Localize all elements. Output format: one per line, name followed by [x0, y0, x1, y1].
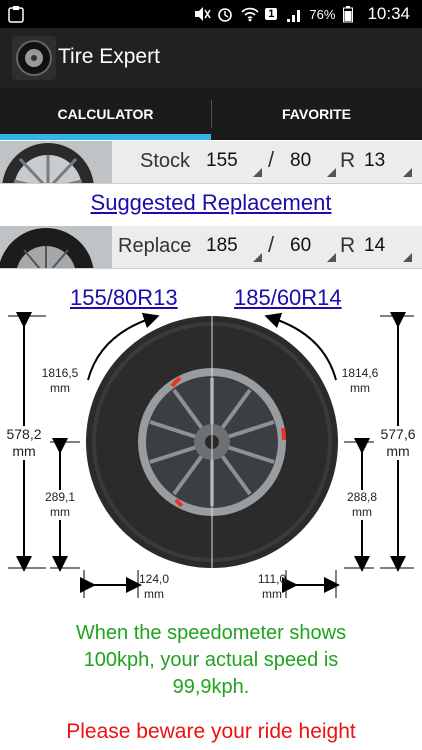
replace-size-row: Replace 185 / 60 R 14	[0, 226, 422, 269]
dropdown-arrow-icon	[403, 168, 412, 177]
warning-text: Please beware your ride height	[0, 718, 422, 745]
battery-icon	[343, 6, 359, 23]
tab-favorite[interactable]: FAVORITE	[211, 88, 422, 140]
speed-line-2: 100kph, your actual speed is	[83, 649, 339, 671]
height-right: 577,6 mm	[378, 426, 418, 460]
battery-percent: 76%	[309, 6, 336, 22]
tire-comparison-diagram	[8, 312, 414, 598]
stock-width-spinner[interactable]: 155	[200, 145, 262, 179]
clock: 10:34	[367, 4, 410, 23]
dropdown-arrow-icon	[327, 253, 336, 262]
replace-label: Replace	[118, 235, 192, 257]
alarm-icon	[217, 6, 233, 22]
speed-result-text: When the speedometer shows 100kph, your …	[0, 620, 422, 701]
status-bar: 1 76% 10:34	[0, 0, 422, 28]
width-right-value: 111,0	[257, 572, 287, 586]
sim-icon: 1	[265, 8, 278, 20]
height-left-value: 578,2	[6, 426, 42, 442]
tab-calculator[interactable]: CALCULATOR	[0, 88, 211, 140]
replace-rim-value: 14	[364, 235, 386, 256]
dropdown-arrow-icon	[253, 168, 262, 177]
stock-rim-spinner[interactable]: 13	[358, 145, 412, 179]
unit-label: mm	[262, 587, 282, 601]
unit-label: mm	[144, 587, 164, 601]
stock-ratio-spinner[interactable]: 80	[284, 145, 336, 179]
tab-calculator-label: CALCULATOR	[57, 106, 154, 122]
app-bar: Tire Expert	[0, 28, 422, 88]
dropdown-arrow-icon	[327, 168, 336, 177]
circumference-left-value: 1816,5	[41, 366, 79, 380]
stock-ratio-value: 80	[290, 150, 312, 171]
stock-size-row: Stock 155 / 80 R 13	[0, 141, 422, 184]
replace-rim-spinner[interactable]: 14	[358, 230, 412, 264]
replace-ratio-spinner[interactable]: 60	[284, 230, 336, 264]
rim-label: R	[340, 149, 356, 172]
stock-rim-value: 13	[364, 150, 386, 171]
width-left-value: 124,0	[138, 572, 170, 586]
warning-line-1: Please beware your ride height	[66, 720, 356, 743]
signal-icon	[285, 6, 301, 22]
height-left: 578,2 mm	[4, 426, 44, 460]
unit-label: mm	[50, 505, 70, 519]
separator-slash: /	[268, 232, 275, 257]
stock-width-value: 155	[206, 150, 238, 171]
replace-width-value: 185	[206, 235, 238, 256]
mute-icon	[193, 6, 211, 22]
separator-slash: /	[268, 147, 275, 172]
unit-label: mm	[386, 443, 410, 459]
circumference-right-value: 1814,6	[341, 366, 379, 380]
replace-width-spinner[interactable]: 185	[200, 230, 262, 264]
radius-right-value: 288,8	[346, 490, 378, 504]
unit-label: mm	[12, 443, 36, 459]
stock-label: Stock	[140, 150, 191, 172]
unit-label: mm	[352, 505, 372, 519]
unit-label: mm	[350, 381, 370, 395]
wifi-icon	[241, 6, 259, 22]
speed-line-1: When the speedometer shows	[75, 622, 347, 644]
speed-line-3: 99,9kph.	[172, 676, 250, 698]
radius-left: 289,1 mm	[40, 490, 80, 520]
tab-favorite-label: FAVORITE	[282, 106, 351, 122]
dropdown-arrow-icon	[403, 253, 412, 262]
dropdown-arrow-icon	[253, 253, 262, 262]
app-logo	[12, 36, 56, 80]
height-right-value: 577,6	[380, 426, 416, 442]
unit-label: mm	[50, 381, 70, 395]
stock-tire-thumbnail	[0, 141, 112, 183]
radius-right: 288,8 mm	[342, 490, 382, 520]
circumference-left: 1816,5 mm	[40, 366, 80, 396]
circumference-right: 1814,6 mm	[340, 366, 380, 396]
replace-tire-thumbnail	[0, 226, 112, 268]
radius-left-value: 289,1	[44, 490, 76, 504]
rim-label: R	[340, 234, 356, 257]
replace-ratio-value: 60	[290, 235, 312, 256]
app-title: Tire Expert	[58, 45, 160, 68]
width-right: 111,0 mm	[252, 572, 292, 602]
suggested-replacement-link[interactable]: Suggested Replacement	[0, 190, 422, 216]
notification-icon	[8, 5, 24, 27]
tab-bar: CALCULATOR FAVORITE	[0, 88, 422, 140]
width-left: 124,0 mm	[134, 572, 174, 602]
